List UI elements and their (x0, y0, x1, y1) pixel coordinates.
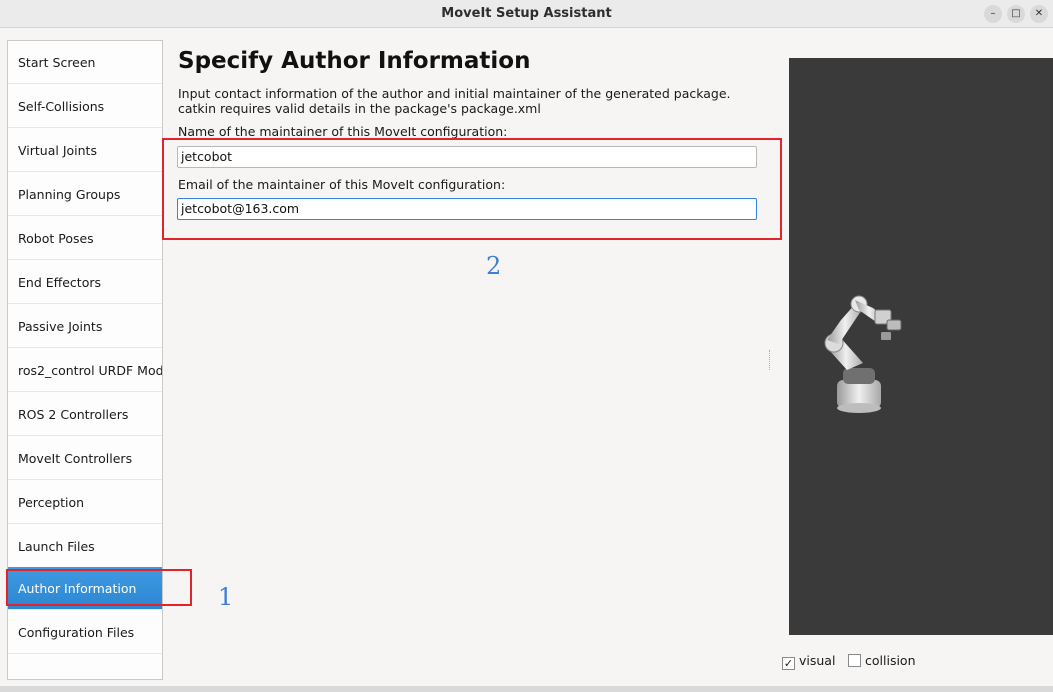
page-description-line2: catkin requires valid details in the pac… (178, 101, 541, 116)
maximize-icon[interactable]: □ (1007, 5, 1025, 23)
sidebar-item-ros2-control[interactable]: ros2_control URDF Modifications (8, 349, 162, 392)
sidebar-item-self-collisions[interactable]: Self-Collisions (8, 85, 162, 128)
annotation-marker-1: 1 (218, 583, 234, 611)
sidebar-item-end-effectors[interactable]: End Effectors (8, 261, 162, 304)
window-titlebar: MoveIt Setup Assistant – □ ✕ (0, 0, 1053, 28)
sidebar-item-start-screen[interactable]: Start Screen (8, 41, 162, 84)
sidebar-item-label: Perception (18, 495, 85, 510)
page-title: Specify Author Information (178, 48, 531, 74)
sidebar-item-label: Configuration Files (18, 625, 135, 640)
sidebar-item-label: End Effectors (18, 275, 102, 290)
visual-checkbox[interactable]: ✓ (782, 657, 795, 670)
highlight-box-author-fields (162, 138, 782, 240)
collision-checkbox-row[interactable]: collision (848, 653, 916, 668)
minimize-icon[interactable]: – (984, 5, 1002, 23)
maintainer-name-label: Name of the maintainer of this MoveIt co… (178, 124, 508, 139)
sidebar-item-label: Robot Poses (18, 231, 94, 246)
sidebar-item-planning-groups[interactable]: Planning Groups (8, 173, 162, 216)
annotation-marker-2: 2 (486, 252, 502, 280)
sidebar-item-robot-poses[interactable]: Robot Poses (8, 217, 162, 260)
visual-checkbox-label: visual (799, 653, 836, 668)
robot-arm-icon (824, 295, 902, 413)
sidebar-item-label: ros2_control URDF Modifications (18, 363, 162, 378)
collision-checkbox-label: collision (865, 653, 916, 668)
sidebar-item-label: Launch Files (18, 539, 95, 554)
sidebar-item-perception[interactable]: Perception (8, 481, 162, 524)
sidebar-item-launch-files[interactable]: Launch Files (8, 525, 162, 568)
sidebar-item-label: Virtual Joints (18, 143, 97, 158)
visual-checkbox-row[interactable]: ✓ visual (782, 653, 835, 670)
sidebar-item-label: MoveIt Controllers (18, 451, 133, 466)
sidebar-item-configuration-files[interactable]: Configuration Files (8, 611, 162, 654)
page-description-line1: Input contact information of the author … (178, 86, 731, 101)
sidebar-item-label: Self-Collisions (18, 99, 105, 114)
sidebar-item-label: ROS 2 Controllers (18, 407, 129, 422)
window-title: MoveIt Setup Assistant (441, 6, 612, 21)
sidebar-item-ros2-controllers[interactable]: ROS 2 Controllers (8, 393, 162, 436)
sidebar-item-label: Start Screen (18, 55, 96, 70)
close-icon[interactable]: ✕ (1030, 5, 1048, 23)
splitter-handle[interactable] (769, 350, 771, 370)
sidebar-item-passive-joints[interactable]: Passive Joints (8, 305, 162, 348)
bottom-border (0, 686, 1053, 692)
highlight-box-author-information (6, 569, 192, 606)
sidebar-item-label: Planning Groups (18, 187, 121, 202)
sidebar-item-label: Passive Joints (18, 319, 103, 334)
sidebar-item-moveit-controllers[interactable]: MoveIt Controllers (8, 437, 162, 480)
robot-3d-viewer[interactable] (789, 58, 1053, 635)
collision-checkbox[interactable] (848, 654, 861, 667)
sidebar-item-virtual-joints[interactable]: Virtual Joints (8, 129, 162, 172)
